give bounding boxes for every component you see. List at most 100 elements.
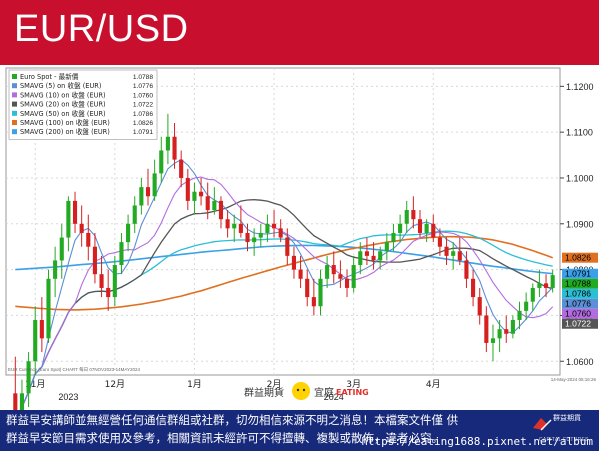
candle-body (192, 191, 197, 201)
legend-entry-value: 1.0786 (133, 111, 154, 118)
legend-swatch (12, 129, 17, 135)
candle-body (451, 251, 456, 256)
candle-body (66, 200, 71, 238)
candle-body (99, 274, 104, 288)
candle-body (19, 393, 25, 410)
candle-body (510, 320, 515, 334)
price-tag-label: 1.0791 (565, 269, 591, 279)
candle-body (258, 232, 263, 238)
legend-entry-value: 1.0788 (133, 74, 154, 81)
album-url[interactable]: https://eating1688.pixnet.net/album (361, 435, 593, 448)
watermark-text-right: 宜庭 (314, 386, 334, 399)
legend-swatch (12, 83, 17, 89)
candle-body (444, 246, 449, 256)
candle-body (218, 200, 224, 220)
legend-entry-name: Euro Spot - 最新價 (20, 72, 79, 81)
candle-body (185, 177, 190, 201)
candle-body (417, 219, 423, 233)
legend-entry-name: SMAVG (10) on 收盤 (EUR) (20, 90, 106, 99)
candle-body (92, 246, 97, 275)
legend-swatch (12, 74, 17, 79)
candle-body (13, 393, 18, 410)
candle-body (119, 242, 124, 266)
candle-body (172, 136, 177, 160)
candle-body (232, 223, 237, 229)
eurusd-chart: 1.06001.07001.08001.09001.10001.11001.12… (5, 67, 598, 410)
candle-body (437, 237, 442, 247)
watermark-logo: 群益期貨 宜庭 EATING (244, 382, 369, 400)
candle-body (318, 278, 323, 307)
price-tag-label: 1.0786 (565, 289, 591, 299)
legend-entry-name: SMAVG (20) on 收盤 (EUR) (20, 100, 106, 109)
candle-body (165, 136, 170, 151)
candle-body (278, 228, 283, 238)
candle-body (411, 210, 416, 220)
candle-body (311, 297, 316, 307)
candle-body (199, 191, 204, 197)
candle-body (298, 269, 303, 279)
candle-body (331, 265, 336, 275)
candle-body (305, 278, 310, 298)
candle-body (464, 260, 469, 279)
legend-swatch (12, 101, 17, 107)
candle-body (517, 310, 522, 321)
y-tick-label: 1.1200 (566, 82, 594, 92)
candle-body (371, 255, 376, 261)
candle-body (524, 301, 529, 311)
candle-body (59, 237, 64, 261)
candle-body (477, 297, 482, 316)
candle-body (179, 159, 184, 178)
watermark-text-left: 群益期貨 (244, 386, 284, 399)
legend-entry-value: 1.0791 (133, 129, 154, 136)
candle-body (550, 275, 555, 288)
legend-swatch (12, 110, 17, 116)
candle-body (72, 200, 78, 224)
candle-body (364, 251, 369, 256)
source-note: EUR Currency (Euro Spot) CHART 每日 07NOV2… (8, 366, 141, 373)
candle-body (404, 210, 409, 224)
watermark-brand: EATING (336, 388, 369, 397)
page-title: EUR/USD (14, 8, 189, 50)
y-tick-label: 1.0900 (566, 219, 594, 229)
candle-body (431, 223, 436, 238)
candle-body (338, 274, 343, 279)
candle-body (271, 223, 277, 229)
candle-body (152, 173, 157, 197)
candle-body (490, 338, 496, 343)
candle-body (378, 251, 383, 261)
candle-body (225, 219, 230, 229)
legend-entry-value: 1.0776 (133, 83, 154, 90)
candle-body (530, 287, 535, 302)
candle-body (424, 223, 429, 233)
y-tick-label: 1.1100 (566, 128, 593, 138)
candle-body (126, 223, 131, 243)
price-tag-label: 1.0826 (565, 253, 591, 263)
candle-body (384, 242, 389, 252)
candle-body (112, 265, 117, 298)
chart-area: 1.06001.07001.08001.09001.10001.11001.12… (0, 65, 599, 410)
candle-body (145, 187, 151, 197)
candle-body (79, 223, 84, 233)
candle-body (291, 255, 297, 270)
legend-entry-name: SMAVG (200) on 收盤 (EUR) (20, 127, 110, 136)
candle-body (543, 283, 549, 288)
sun-icon (292, 382, 310, 400)
candle-body (53, 260, 58, 279)
candle-body (33, 320, 38, 362)
candle-body (39, 320, 44, 339)
x-tick-label: 4月 (426, 379, 441, 390)
candle-body (252, 237, 257, 243)
candle-body (212, 200, 217, 211)
price-tag-label: 1.0788 (565, 279, 591, 289)
logo-text: 群益期貨 (553, 415, 581, 422)
candle-body (132, 205, 137, 224)
candle-body (245, 232, 250, 243)
price-tag-label: 1.0776 (565, 299, 591, 309)
candle-body (285, 237, 290, 256)
x-tick-label: 1月 (187, 379, 202, 390)
candle-body (238, 223, 243, 233)
candle-body (205, 196, 210, 211)
candle-body (86, 232, 91, 247)
y-tick-label: 1.0600 (566, 357, 594, 367)
candle-body (265, 223, 270, 233)
